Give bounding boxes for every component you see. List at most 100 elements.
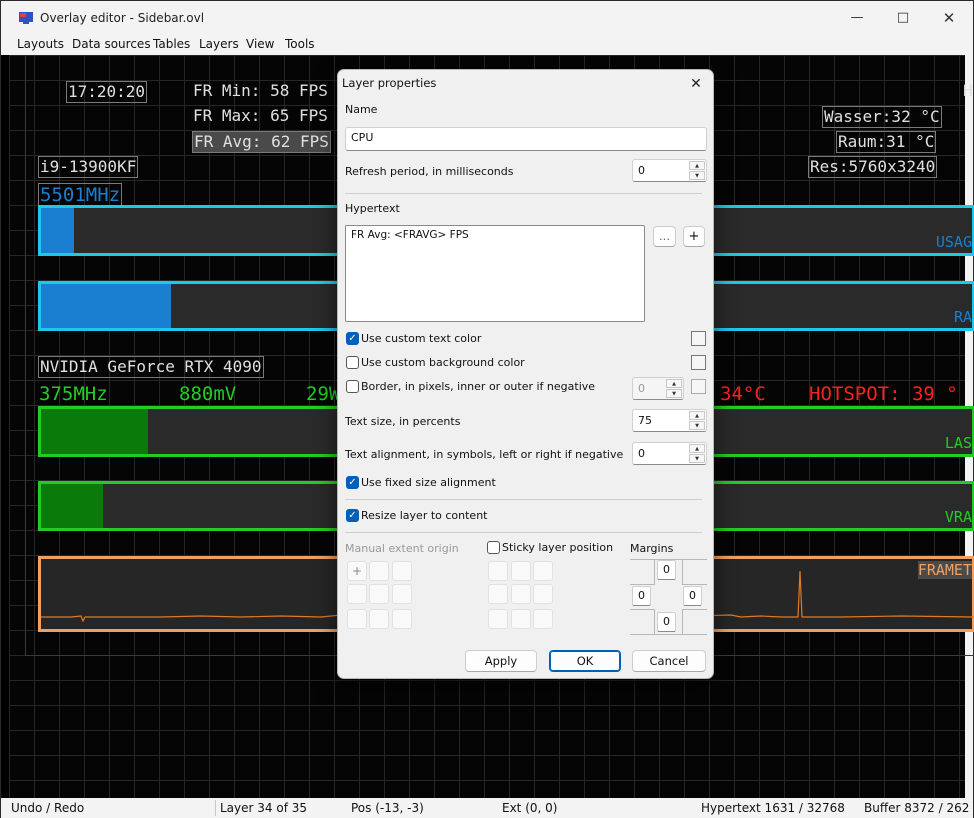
bg-color-swatch[interactable] [691,355,706,370]
sticky-cell[interactable] [511,584,531,604]
title-bar[interactable]: Overlay editor - Sidebar.ovl — □ ✕ [1,1,973,35]
menu-tables[interactable]: Tables [153,37,190,51]
hotspot-layer[interactable]: HOTSPOT: 39 ° [808,383,959,405]
sticky-cell[interactable] [488,584,508,604]
menu-tools[interactable]: Tools [285,37,315,51]
text-size-label: Text size, in percents [345,415,461,428]
origin-cell[interactable] [392,561,412,581]
margins-corner [682,560,707,585]
close-icon[interactable]: ✕ [926,1,972,35]
ram-usage-fill [41,284,172,328]
border-value: 0 [638,382,645,395]
hypertext-label: Hypertext [345,202,400,215]
origin-cell[interactable] [392,584,412,604]
cpu-name-layer[interactable]: i9-13900KF [38,156,139,178]
time-layer[interactable]: 17:20:20 [66,81,148,103]
sticky-cell[interactable] [511,609,531,629]
water-temp-layer[interactable]: Wasser:32 °C [822,106,942,128]
fixed-align-checkbox[interactable]: ✓ [346,476,359,489]
margin-left-field[interactable]: 0 [632,586,651,606]
resolution-layer[interactable]: Res:5760x3240 [808,156,938,178]
origin-cell[interactable] [369,584,389,604]
text-color-checkbox[interactable]: ✓ [346,332,359,345]
fr-min-layer[interactable]: FR Min: 58 FPS [192,81,329,101]
border-color-swatch[interactable] [691,379,706,394]
gpu-clock-layer[interactable]: 375MHz [38,383,109,405]
ok-button[interactable]: OK [549,650,621,672]
bg-color-checkbox[interactable] [346,356,359,369]
origin-cell[interactable] [369,561,389,581]
window-title: Overlay editor - Sidebar.ovl [40,11,205,25]
cpu-clock-layer[interactable]: 5501MHz [38,183,123,207]
sticky-cell[interactable] [533,584,553,604]
menu-layouts[interactable]: Layouts [17,37,64,51]
margins-corner [682,609,707,634]
spinner-arrows[interactable]: ▲ ▼ [689,161,705,180]
refresh-spinner[interactable]: 0 ▲ ▼ [632,159,707,182]
sticky-cell[interactable] [511,561,531,581]
add-button[interactable]: + [683,226,705,247]
gpu-temp-layer[interactable]: 34°C [719,383,767,405]
sticky-cell[interactable] [533,609,553,629]
fr-avg-layer[interactable]: FR Avg: 62 FPS [192,131,331,153]
margin-bottom-field[interactable]: 0 [657,612,676,632]
margins-corner [630,609,655,634]
cancel-button[interactable]: Cancel [632,650,706,672]
margin-right-field[interactable]: 0 [683,586,702,606]
hypertext-area[interactable]: FR Avg: <FRAVG> FPS [345,225,645,322]
menu-layers[interactable]: Layers [199,37,239,51]
maximize-icon[interactable]: □ [880,1,926,35]
origin-cell[interactable] [392,609,412,629]
menu-data-sources[interactable]: Data sources [72,37,151,51]
spinner-arrows[interactable]: ▲ ▼ [666,379,682,398]
status-bar: Undo / Redo Layer 34 of 35 Pos (-13, -3)… [1,798,973,818]
origin-cell[interactable] [347,584,367,604]
divider [345,193,702,194]
origin-cell[interactable] [347,609,367,629]
origin-cell[interactable] [369,609,389,629]
gpu-power-layer[interactable]: 29W [305,383,341,405]
refresh-value: 0 [638,164,645,177]
border-checkbox[interactable] [346,380,359,393]
room-temp-layer[interactable]: Raum:31 °C [836,131,937,153]
sticky-cell[interactable] [488,561,508,581]
vram-fill [41,484,104,528]
status-hypertext: Hypertext 1631 / 32768 [701,801,845,815]
text-align-value: 0 [638,447,645,460]
gpu-voltage-layer[interactable]: 880mV [178,383,237,405]
manual-origin-label: Manual extent origin [345,542,459,555]
text-color-label: Use custom text color [361,332,482,345]
text-size-value: 75 [638,414,652,427]
origin-cell[interactable]: + [347,561,367,581]
top-right-layer[interactable]: H [962,81,974,101]
text-size-spinner[interactable]: 75 ▲ ▼ [632,409,707,432]
text-color-swatch[interactable] [691,331,706,346]
status-ext: Ext (0, 0) [502,801,558,815]
ellipsis-button[interactable]: ... [653,226,676,247]
dialog-title: Layer properties [342,76,437,90]
sticky-checkbox[interactable] [487,541,500,554]
sticky-cell[interactable] [533,561,553,581]
text-align-spinner[interactable]: 0 ▲ ▼ [632,442,707,465]
gpu-name-layer[interactable]: NVIDIA GeForce RTX 4090 [38,356,264,378]
fr-max-layer[interactable]: FR Max: 65 FPS [192,106,329,126]
border-spinner[interactable]: 0 ▲ ▼ [632,377,684,400]
app-icon [19,12,33,24]
apply-button[interactable]: Apply [465,650,537,672]
resize-layer-checkbox[interactable]: ✓ [346,509,359,522]
frametime-label: FRAMET [917,561,972,579]
cpu-usage-fill [41,208,74,253]
spinner-arrows[interactable]: ▲ ▼ [689,444,705,463]
status-buffer: Buffer 8372 / 262 [864,801,970,815]
margins-label: Margins [630,542,674,555]
status-pos: Pos (-13, -3) [351,801,424,815]
close-icon[interactable]: ✕ [685,73,707,95]
name-field[interactable]: CPU [345,127,707,151]
menu-view[interactable]: View [246,37,274,51]
name-label: Name [345,103,378,116]
spinner-arrows[interactable]: ▲ ▼ [689,411,705,430]
bg-color-label: Use custom background color [361,356,525,369]
sticky-cell[interactable] [488,609,508,629]
minimize-icon[interactable]: — [834,1,880,35]
margin-top-field[interactable]: 0 [657,560,676,580]
